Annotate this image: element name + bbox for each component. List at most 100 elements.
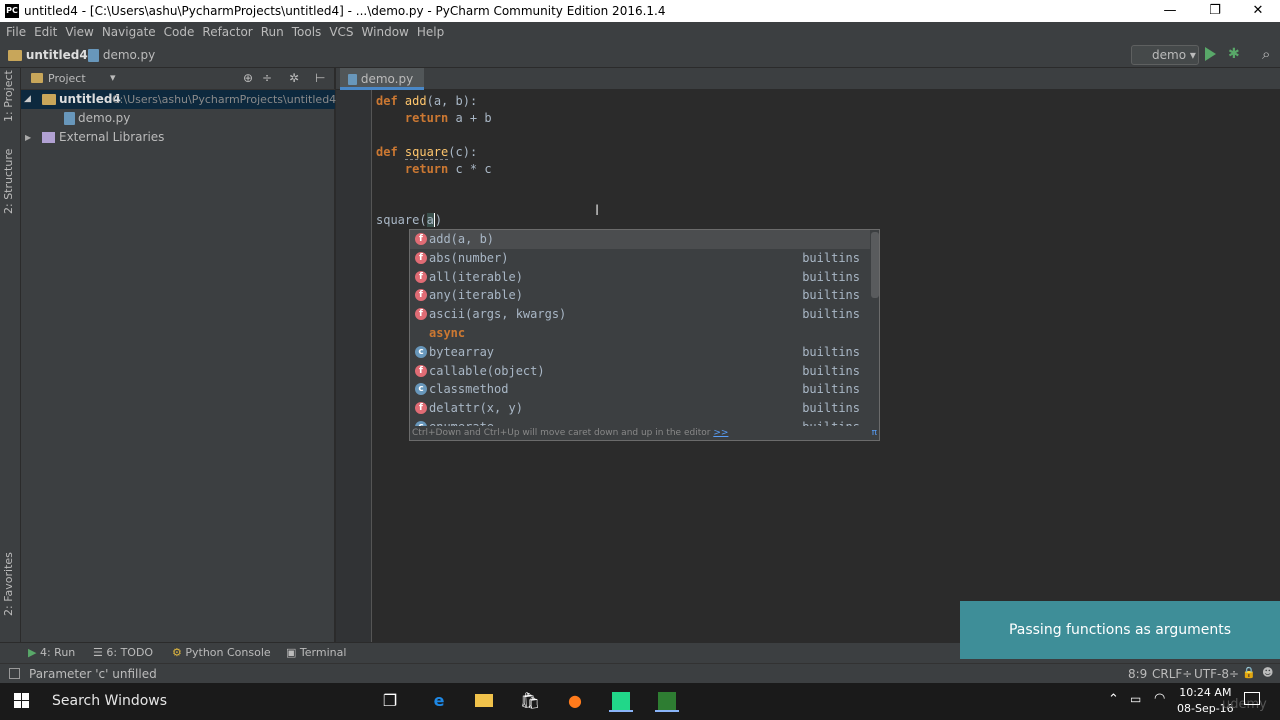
tree-root-path: C:\Users\ashu\PycharmProjects\untitled4 bbox=[112, 93, 337, 106]
edge-browser-icon[interactable]: e bbox=[427, 690, 451, 712]
pycharm-taskbar-icon[interactable] bbox=[609, 690, 633, 712]
completion-item[interactable]: f any(iterable) builtins bbox=[410, 286, 870, 305]
project-view-label[interactable]: Project bbox=[48, 72, 86, 85]
lock-icon[interactable]: 🔒 bbox=[1242, 666, 1256, 679]
completion-item[interactable]: f callable(object) builtins bbox=[410, 362, 870, 381]
firefox-icon[interactable]: ● bbox=[563, 690, 587, 712]
function-icon: f bbox=[415, 251, 427, 264]
pycharm-app-icon: PC bbox=[5, 4, 19, 18]
menu-window[interactable]: Window bbox=[358, 22, 413, 42]
python-file-icon bbox=[348, 74, 357, 85]
completion-item-name: delattr(x, y) bbox=[429, 401, 523, 416]
completion-hint-link[interactable]: >> bbox=[713, 428, 728, 438]
task-view-icon[interactable]: ❐ bbox=[378, 690, 402, 712]
tool-terminal[interactable]: ▣ Terminal bbox=[286, 646, 346, 659]
todo-icon: ☰ bbox=[93, 646, 103, 659]
function-icon: f bbox=[415, 233, 427, 245]
scroll-from-source-icon[interactable]: ⊕ bbox=[243, 71, 253, 85]
notification-icon[interactable] bbox=[1244, 692, 1260, 705]
search-icon[interactable]: ⌕ bbox=[1262, 45, 1270, 63]
structure-tool-tab[interactable]: 2: Structure bbox=[2, 149, 15, 214]
breadcrumb-project[interactable]: untitled4 bbox=[8, 48, 88, 62]
menu-help[interactable]: Help bbox=[413, 22, 448, 42]
collapse-all-icon[interactable]: ÷ bbox=[262, 71, 272, 85]
taskbar-search[interactable]: Search Windows bbox=[52, 693, 167, 709]
run-config-select[interactable]: demo ▾ bbox=[1131, 45, 1199, 65]
function-icon: f bbox=[415, 308, 427, 321]
file-encoding[interactable]: UTF-8÷ bbox=[1194, 667, 1239, 681]
menu-code[interactable]: Code bbox=[160, 22, 199, 42]
python-file-icon bbox=[64, 112, 75, 125]
menu-vcs[interactable]: VCS bbox=[325, 22, 357, 42]
caret-position[interactable]: 8:9 bbox=[1128, 667, 1147, 681]
tree-root-untitled4[interactable]: ◢ untitled4 C:\Users\ashu\PycharmProject… bbox=[21, 90, 337, 109]
run-icon[interactable] bbox=[1205, 47, 1216, 61]
tool-python-console[interactable]: ⚙ Python Console bbox=[172, 646, 271, 659]
store-icon[interactable]: 🛍 bbox=[518, 690, 542, 712]
windows-start-icon[interactable] bbox=[14, 693, 30, 709]
tree-external-libraries[interactable]: ▶ External Libraries bbox=[21, 128, 335, 147]
completion-item[interactable]: c bytearray builtins bbox=[410, 343, 870, 362]
minimize-button[interactable]: — bbox=[1148, 0, 1192, 22]
pi-icon[interactable]: π bbox=[872, 428, 877, 438]
mouse-text-cursor-icon: I bbox=[595, 203, 600, 219]
line-separator[interactable]: CRLF÷ bbox=[1152, 667, 1192, 681]
completion-item[interactable]: c classmethod builtins bbox=[410, 380, 870, 399]
python-console-icon: ⚙ bbox=[172, 646, 182, 659]
favorites-tool-tab[interactable]: 2: Favorites bbox=[2, 552, 15, 616]
completion-item[interactable]: f ascii(args, kwargs) builtins bbox=[410, 305, 870, 324]
inspector-icon[interactable]: ☻ bbox=[1262, 666, 1273, 679]
tree-libs-label: External Libraries bbox=[59, 130, 165, 144]
tool-run[interactable]: ▶ 4: Run bbox=[28, 646, 75, 659]
completion-item-name: bytearray bbox=[429, 344, 495, 359]
completion-item-name: enumerate bbox=[429, 418, 494, 426]
expand-arrow-icon[interactable]: ◢ bbox=[24, 90, 31, 109]
completion-item[interactable]: f all(iterable) builtins bbox=[410, 268, 870, 287]
completion-item[interactable]: f delattr(x, y) builtins bbox=[410, 399, 870, 418]
tool-todo[interactable]: ☰ 6: TODO bbox=[93, 646, 153, 659]
completion-item[interactable]: f abs(number) builtins bbox=[410, 249, 870, 268]
restore-button[interactable]: ❐ bbox=[1193, 0, 1237, 22]
run-config-label: demo bbox=[1152, 48, 1187, 62]
hide-panel-icon[interactable]: ⊢ bbox=[315, 71, 325, 85]
menu-tools[interactable]: Tools bbox=[288, 22, 326, 42]
left-tool-stripe: 1: Project 2: Structure 2: Favorites bbox=[0, 68, 21, 642]
keyword-return: return bbox=[404, 111, 456, 125]
tool-windows-toggle-icon[interactable] bbox=[9, 668, 20, 679]
chevron-down-icon[interactable]: ▾ bbox=[110, 71, 116, 84]
tool-todo-label: 6: TODO bbox=[106, 646, 154, 659]
close-button[interactable]: ✕ bbox=[1236, 0, 1280, 22]
wifi-icon[interactable]: ◠ bbox=[1154, 691, 1165, 706]
menu-run[interactable]: Run bbox=[257, 22, 288, 42]
menu-edit[interactable]: Edit bbox=[30, 22, 61, 42]
expand-arrow-icon[interactable]: ▶ bbox=[25, 128, 31, 147]
completion-item-name: add(a, b) bbox=[429, 232, 495, 246]
completion-popup[interactable]: f add(a, b) f abs(number) builtins f all(itera… bbox=[409, 229, 880, 441]
completion-item-source: builtins bbox=[802, 382, 860, 397]
completion-item[interactable]: async bbox=[410, 324, 870, 343]
menu-view[interactable]: View bbox=[61, 22, 97, 42]
tray-expand-icon[interactable]: ⌃ bbox=[1108, 692, 1119, 707]
class-icon: c bbox=[415, 383, 427, 396]
camtasia-taskbar-icon[interactable] bbox=[655, 690, 679, 712]
completion-item-name: callable(object) bbox=[429, 363, 545, 378]
breadcrumb-file[interactable]: demo.py bbox=[88, 48, 155, 62]
library-icon bbox=[42, 132, 55, 143]
code-params: (c): bbox=[448, 145, 478, 159]
project-tool-tab[interactable]: 1: Project bbox=[2, 70, 15, 122]
menu-navigate[interactable]: Navigate bbox=[98, 22, 160, 42]
tab-demo-py[interactable]: demo.py × bbox=[340, 68, 424, 108]
keyword-def: def bbox=[376, 94, 405, 108]
tree-file-demo[interactable]: demo.py bbox=[21, 109, 335, 128]
menu-refactor[interactable]: Refactor bbox=[198, 22, 256, 42]
completion-item-name: classmethod bbox=[429, 382, 509, 397]
file-explorer-icon[interactable] bbox=[472, 690, 496, 712]
completion-item[interactable]: cenumeratebuiltins bbox=[410, 418, 870, 426]
project-panel: Project ▾ ⊕ ÷ ✲ ⊢ ◢ untitled4 C:\Users\a… bbox=[21, 68, 337, 642]
completion-item[interactable]: f add(a, b) bbox=[410, 230, 870, 249]
debug-icon[interactable]: ✱ bbox=[1228, 46, 1240, 62]
menu-file[interactable]: File bbox=[2, 22, 30, 42]
battery-icon[interactable]: ▭ bbox=[1130, 692, 1141, 706]
completion-scrollbar[interactable] bbox=[871, 232, 879, 298]
gear-icon[interactable]: ✲ bbox=[289, 71, 299, 85]
